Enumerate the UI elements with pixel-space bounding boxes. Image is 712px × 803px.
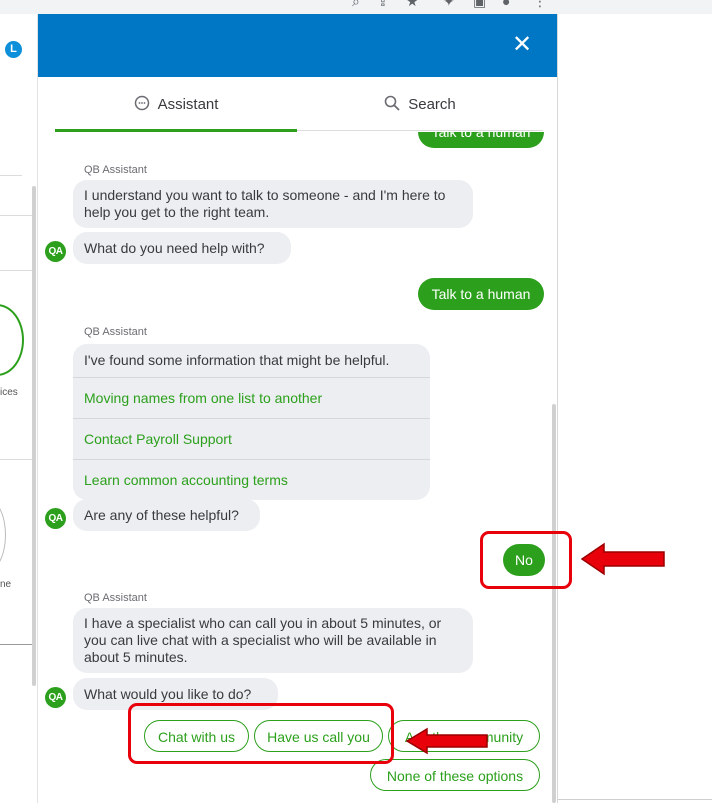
info-card-heading: I've found some information that might b… (84, 352, 390, 368)
sender-label: QB Assistant (84, 592, 147, 604)
assistant-avatar: QA (45, 241, 66, 262)
divider (0, 215, 34, 216)
browser-toolbar: ⌕ ⇪ ★ ✦ ▣ ● ⋮ (0, 0, 712, 14)
chat-scrollbar[interactable] (552, 404, 556, 803)
user-message: Talk to a human (418, 278, 544, 310)
help-link[interactable]: Moving names from one list to another (73, 377, 430, 418)
tab-search-label: Search (408, 96, 456, 113)
search-icon (384, 95, 400, 115)
help-link[interactable]: Learn common accounting terms (73, 459, 430, 500)
bot-message: Are any of these helpful? (73, 499, 260, 531)
bot-message: What do you need help with? (73, 232, 291, 264)
divider (297, 130, 543, 131)
tab-assistant[interactable]: Assistant (55, 77, 297, 132)
user-message: Talk to a human (418, 132, 544, 148)
background-label: ne (0, 579, 12, 590)
tab-assistant-label: Assistant (157, 96, 219, 113)
none-of-these-button[interactable]: None of these options (370, 759, 540, 791)
profile-icon[interactable]: ● (502, 0, 510, 8)
help-link[interactable]: Contact Payroll Support (73, 418, 430, 459)
assistant-panel: ✕ Assistant Search Talk to a human QB As… (37, 14, 558, 803)
divider (0, 644, 34, 645)
close-icon[interactable]: ✕ (507, 30, 537, 60)
background-avatar[interactable]: L (5, 41, 22, 58)
star-icon[interactable]: ★ (406, 0, 419, 8)
divider (0, 270, 34, 271)
background-widget-circle[interactable] (0, 499, 6, 571)
annotation-box (480, 531, 572, 589)
background-scrollbar[interactable] (32, 186, 36, 686)
panel-header: ✕ (38, 14, 557, 77)
tab-search[interactable]: Search (297, 77, 543, 132)
sender-label: QB Assistant (84, 326, 147, 338)
assistant-avatar: QA (45, 508, 66, 529)
divider (0, 459, 34, 460)
background-widget-circle[interactable] (0, 304, 24, 376)
zoom-icon[interactable]: ⌕ (352, 0, 360, 8)
share-icon[interactable]: ⇪ (377, 0, 389, 8)
annotation-arrow-icon (405, 727, 488, 755)
more-icon[interactable]: ⋮ (533, 0, 547, 8)
background-page: L ices ne (0, 14, 37, 803)
info-card: I've found some information that might b… (73, 344, 430, 500)
tab-bar: Assistant Search (38, 77, 557, 132)
chat-bubble-icon (134, 95, 150, 115)
sender-label: QB Assistant (84, 164, 147, 176)
annotation-arrow-icon (580, 542, 665, 576)
assistant-avatar: QA (45, 687, 66, 708)
bot-message: I understand you want to talk to someone… (73, 180, 473, 228)
reading-list-icon[interactable]: ▣ (473, 0, 486, 8)
background-label: ices (0, 387, 18, 398)
annotation-box (128, 703, 394, 764)
bot-message: I have a specialist who can call you in … (73, 608, 473, 673)
extensions-icon[interactable]: ✦ (443, 0, 455, 8)
divider (0, 175, 22, 176)
